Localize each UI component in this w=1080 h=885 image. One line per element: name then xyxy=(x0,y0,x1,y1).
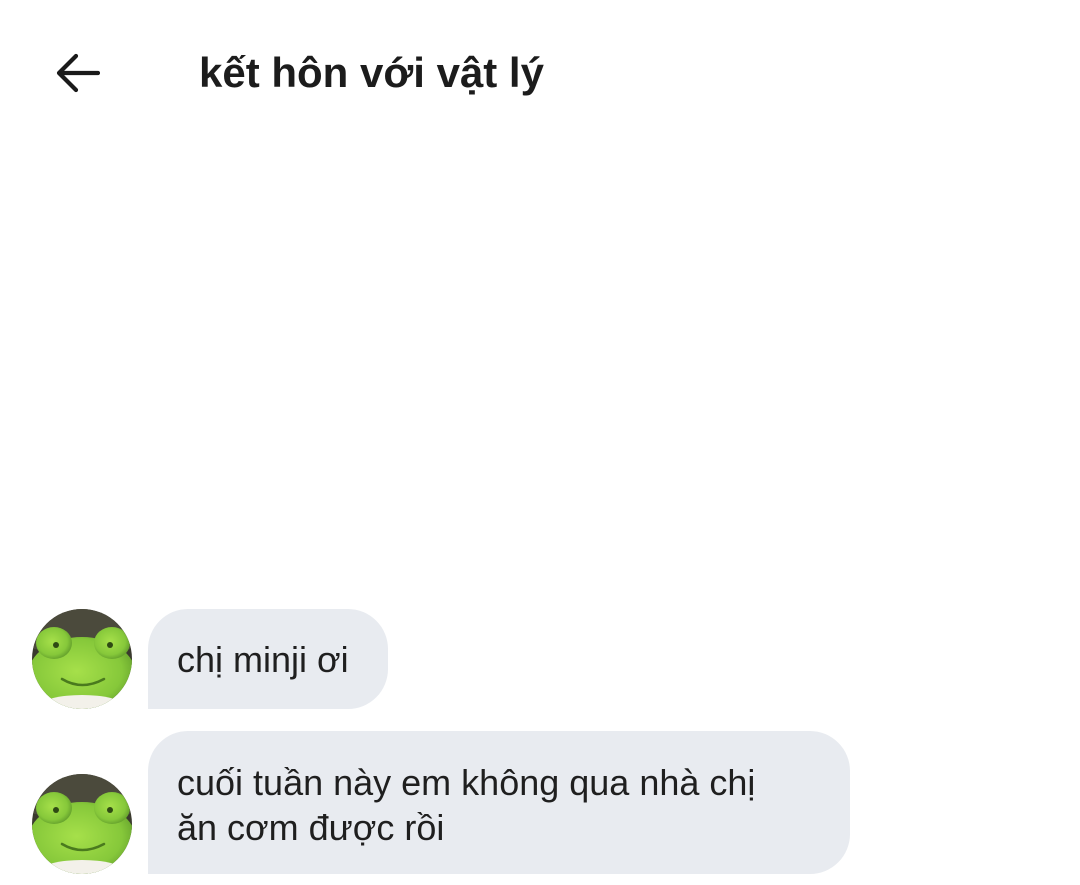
message-row: chị minji ơi xyxy=(0,609,1080,711)
frog-avatar-icon xyxy=(32,609,132,709)
message-bubble[interactable]: cuối tuần này em không qua nhà chị ăn cơ… xyxy=(148,731,850,874)
message-bubble[interactable]: chị minji ơi xyxy=(148,609,388,709)
avatar[interactable] xyxy=(32,774,132,874)
chat-title: kết hôn với vật lý xyxy=(199,49,544,96)
frog-avatar-icon xyxy=(32,774,132,874)
message-text: cuối tuần này em không qua nhà chị ăn cơ… xyxy=(177,762,756,848)
message-text: chị minji ơi xyxy=(177,639,349,680)
message-row: cuối tuần này em không qua nhà chị ăn cơ… xyxy=(0,731,1080,885)
avatar[interactable] xyxy=(32,609,132,709)
arrow-left-icon xyxy=(56,53,100,93)
chat-header: kết hôn với vật lý xyxy=(0,0,1080,145)
back-button[interactable] xyxy=(46,44,108,102)
